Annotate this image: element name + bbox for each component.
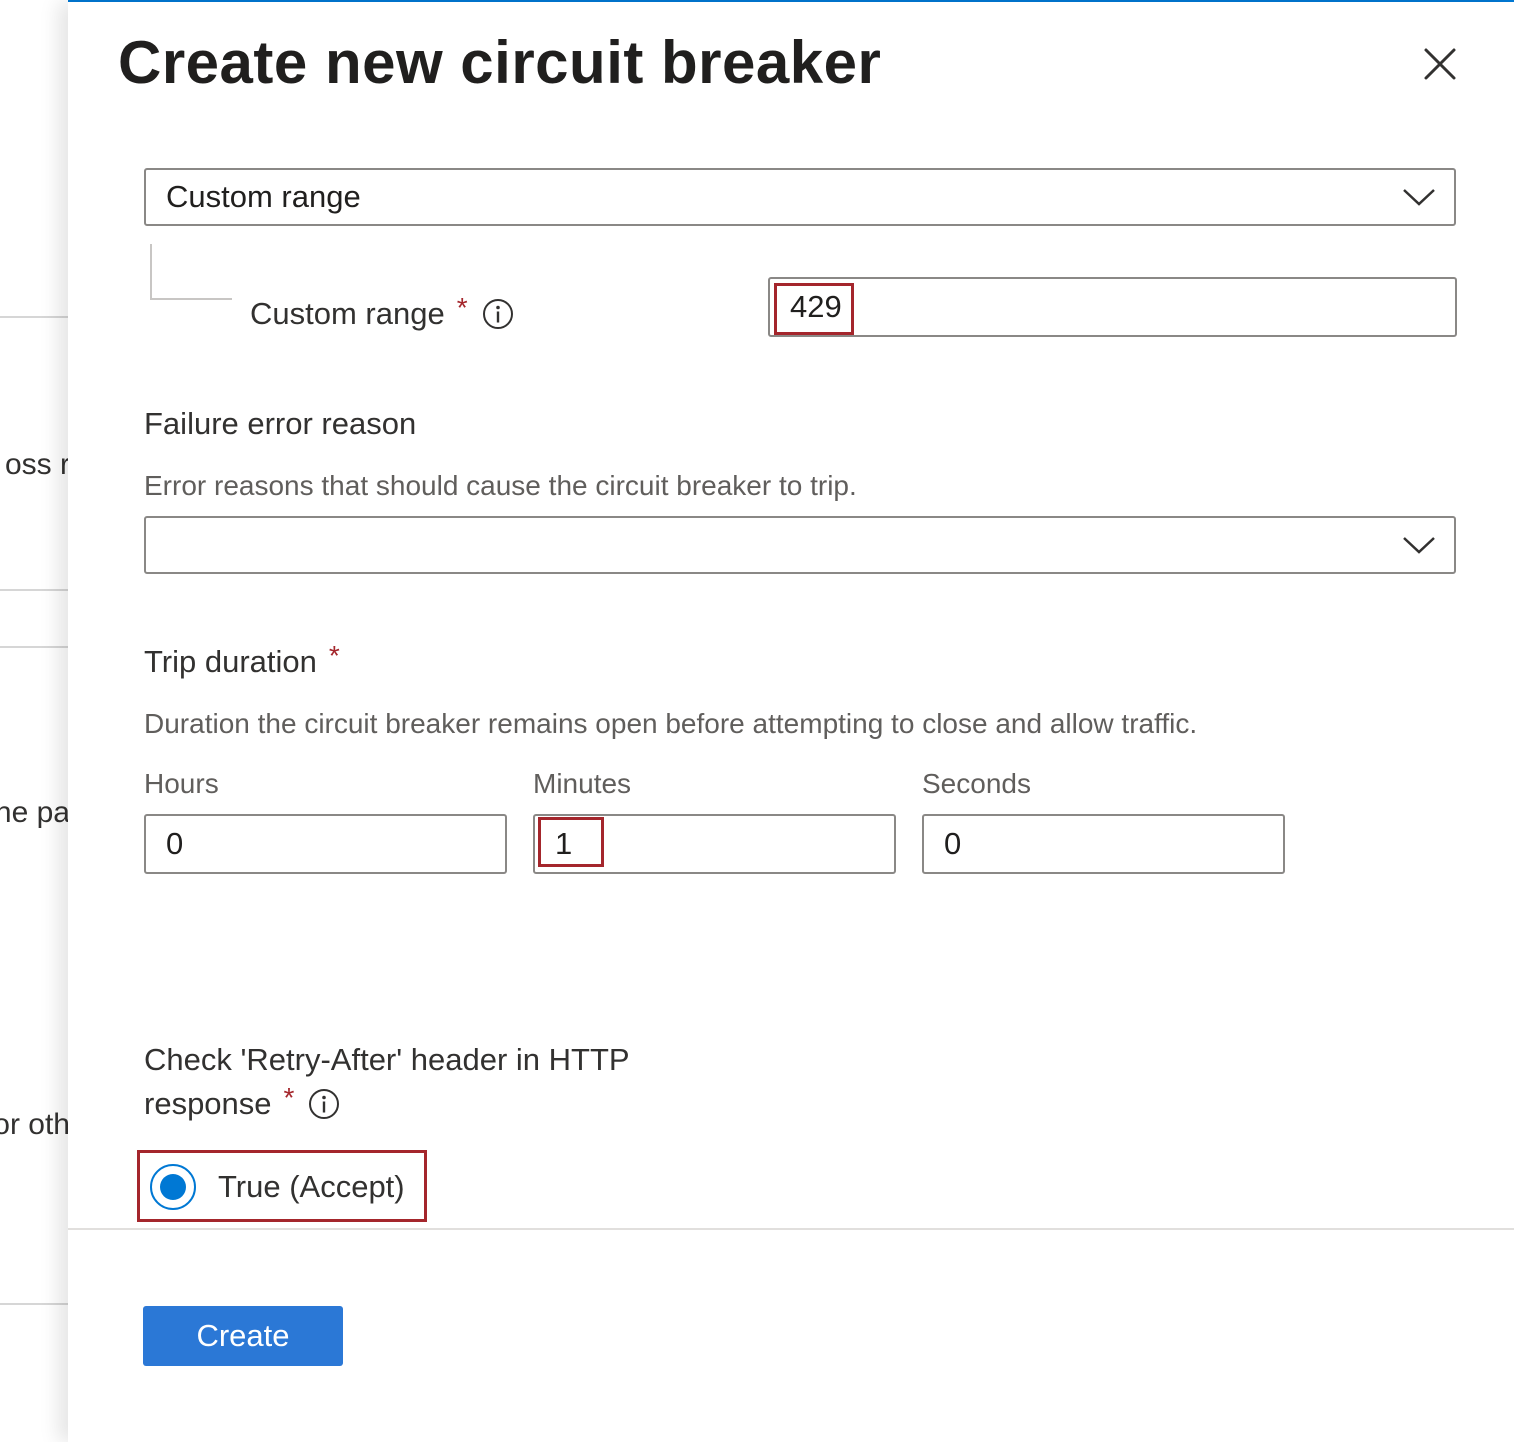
seconds-input[interactable]: [922, 814, 1285, 874]
trip-duration-description: Duration the circuit breaker remains ope…: [144, 708, 1198, 739]
create-button[interactable]: Create: [143, 1306, 343, 1366]
background-text-fragment: oss r: [4, 448, 68, 481]
panel-title: Create new circuit breaker: [118, 29, 882, 96]
minutes-input[interactable]: [533, 814, 896, 874]
background-page: oss r ne pa or oth: [0, 0, 68, 1442]
tree-connector: [150, 244, 232, 300]
seconds-label: Seconds: [922, 768, 1031, 799]
retry-after-label-line1: Check 'Retry-After' header in HTTP: [144, 1042, 630, 1077]
custom-range-label-text: Custom range: [250, 296, 445, 331]
background-text-fragment: or oth: [0, 1108, 68, 1141]
hours-label: Hours: [144, 768, 219, 799]
radio-option-label: True (Accept): [218, 1169, 405, 1204]
info-icon[interactable]: [308, 1088, 340, 1120]
background-divider: [0, 1303, 68, 1305]
footer-divider: [68, 1228, 1514, 1230]
custom-range-input[interactable]: [768, 277, 1457, 337]
trip-duration-label-text: Trip duration: [144, 644, 317, 679]
background-text-fragment: ne pa: [0, 796, 68, 829]
required-marker: *: [283, 1082, 295, 1113]
background-divider: [0, 589, 68, 591]
chevron-down-icon: [1403, 189, 1435, 206]
info-icon[interactable]: [482, 298, 514, 330]
required-marker: *: [456, 292, 468, 323]
failure-error-reason-description: Error reasons that should cause the circ…: [144, 470, 857, 501]
failure-error-reason-label: Failure error reason: [144, 406, 417, 441]
minutes-label: Minutes: [533, 768, 632, 799]
chevron-down-icon: [1403, 537, 1435, 554]
background-divider: [0, 646, 68, 648]
background-divider: [0, 316, 68, 318]
radio-selected-dot: [160, 1174, 186, 1200]
close-button[interactable]: [1414, 38, 1466, 90]
create-circuit-breaker-panel: Create new circuit breaker Custom range …: [68, 2, 1514, 1442]
retry-after-label-line2: response *: [144, 1082, 340, 1122]
hours-input[interactable]: [144, 814, 507, 874]
retry-after-true-option[interactable]: True (Accept): [150, 1164, 405, 1210]
radio-button[interactable]: [150, 1164, 196, 1210]
required-marker: *: [328, 640, 340, 671]
status-code-range-value: Custom range: [166, 179, 361, 214]
custom-range-label: Custom range *: [250, 292, 514, 332]
close-icon: [1424, 48, 1456, 80]
failure-error-reason-dropdown[interactable]: [144, 516, 1456, 574]
status-code-range-dropdown[interactable]: Custom range: [144, 168, 1456, 226]
retry-after-label-text: response: [144, 1086, 272, 1121]
trip-duration-label: Trip duration *: [144, 640, 340, 680]
